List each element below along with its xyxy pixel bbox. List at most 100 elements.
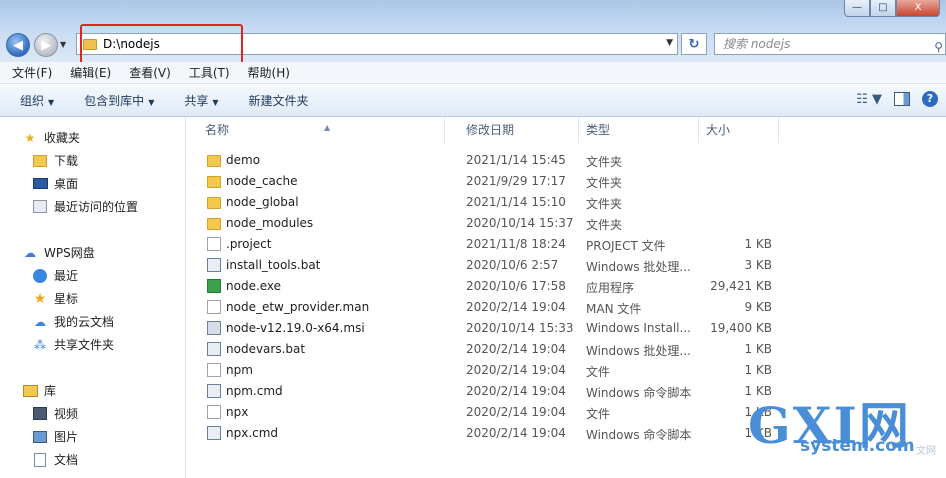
file-row[interactable]: install_tools.bat 2020/10/6 2:57 Windows 批…	[187, 255, 946, 276]
help-icon[interactable]: ?	[922, 91, 938, 107]
close-button[interactable]: X	[896, 0, 940, 17]
search-input[interactable]: 搜索 nodejs ⚲	[714, 33, 946, 55]
new-folder-button[interactable]: 新建文件夹	[249, 92, 309, 109]
column-header-type[interactable]: 类型	[578, 117, 699, 143]
nav-wps-cloud[interactable]: ☁ 我的云文档	[32, 313, 114, 330]
maximize-button[interactable]: □	[870, 0, 896, 17]
nav-library[interactable]: 库	[22, 382, 56, 399]
nav-wps[interactable]: ☁ WPS网盘	[22, 244, 95, 261]
file-date: 2020/2/14 19:04	[466, 300, 566, 314]
nav-wps-shared[interactable]: ⁂ 共享文件夹	[32, 336, 114, 353]
nav-wps-star[interactable]: ★ 星标	[32, 290, 78, 307]
nav-wps-recent[interactable]: 最近	[32, 267, 78, 284]
exe-icon	[207, 279, 221, 293]
recent-pages-dropdown[interactable]: ▼	[60, 40, 70, 50]
nav-documents[interactable]: 文档	[32, 451, 78, 468]
file-row[interactable]: node_etw_provider.man 2020/2/14 19:04 MAN …	[187, 297, 946, 318]
watermark-domain: system.com	[800, 436, 915, 456]
menu-bar: 文件(F) 编辑(E) 查看(V) 工具(T) 帮助(H)	[0, 62, 946, 84]
file-row[interactable]: node_modules 2020/10/14 15:37 文件夹	[187, 213, 946, 234]
chevron-down-icon: ▼	[48, 98, 55, 107]
file-row[interactable]: demo 2021/1/14 15:45 文件夹	[187, 150, 946, 171]
column-header-name[interactable]: ▲ 名称	[187, 117, 445, 143]
file-date: 2021/11/8 18:24	[466, 237, 566, 251]
file-row[interactable]: nodevars.bat 2020/2/14 19:04 Windows 批处理..…	[187, 339, 946, 360]
nav-downloads[interactable]: 下载	[32, 152, 78, 169]
file-type: 文件	[586, 407, 611, 421]
nav-recent-places-label: 最近访问的位置	[54, 200, 139, 214]
minimize-button[interactable]: —	[844, 0, 870, 17]
file-type: 文件夹	[586, 155, 623, 169]
nav-recent-places[interactable]: 最近访问的位置	[32, 198, 138, 215]
nav-documents-label: 文档	[54, 453, 79, 467]
file-row[interactable]: node_cache 2021/9/29 17:17 文件夹	[187, 171, 946, 192]
nav-videos[interactable]: 视频	[32, 405, 78, 422]
folder-icon	[207, 175, 221, 188]
back-button[interactable]: ◀	[6, 33, 30, 57]
file-size: 1 KB	[744, 342, 772, 356]
file-name-cell: node.exe	[207, 279, 281, 293]
file-type: Windows 批处理...	[586, 344, 691, 358]
share-label: 共享	[184, 94, 209, 108]
file-row[interactable]: node-v12.19.0-x64.msi 2020/10/14 15:33 Win…	[187, 318, 946, 339]
column-modified-label: 修改日期	[466, 123, 515, 137]
nav-favorites[interactable]: ★ 收藏夹	[22, 129, 80, 146]
forward-arrow-icon: ▶	[41, 37, 51, 53]
nav-downloads-label: 下载	[54, 154, 79, 168]
menu-help[interactable]: 帮助(H)	[248, 64, 290, 81]
nav-favorites-label: 收藏夹	[44, 131, 81, 145]
nav-wps-star-label: 星标	[54, 292, 79, 306]
file-type: PROJECT 文件	[586, 239, 666, 253]
column-header-modified[interactable]: 修改日期	[458, 117, 579, 143]
nav-desktop[interactable]: 桌面	[32, 175, 78, 192]
download-folder-icon	[32, 153, 48, 169]
file-size: 3 KB	[744, 258, 772, 272]
refresh-icon: ↻	[688, 36, 700, 52]
file-type: Windows 命令脚本	[586, 428, 692, 442]
share-button[interactable]: 共享 ▼	[184, 92, 218, 109]
include-in-library-button[interactable]: 包含到库中 ▼	[84, 92, 154, 109]
folder-icon	[207, 154, 221, 167]
search-icon[interactable]: ⚲	[934, 37, 943, 57]
file-row[interactable]: .project 2021/11/8 18:24 PROJECT 文件 1 KB	[187, 234, 946, 255]
preview-pane-icon[interactable]	[894, 92, 910, 106]
menu-file[interactable]: 文件(F)	[12, 64, 52, 81]
file-date: 2020/2/14 19:04	[466, 405, 566, 419]
refresh-button[interactable]: ↻	[681, 33, 707, 55]
view-options-icon[interactable]: ☷ ▼	[856, 92, 882, 107]
file-icon	[207, 405, 221, 419]
title-bar: — □ X ◀ ▶ ▼ D:\nodejs ▼ ↻ 搜索 nodejs ⚲	[0, 0, 946, 68]
menu-view[interactable]: 查看(V)	[129, 64, 171, 81]
file-row[interactable]: node_global 2021/1/14 15:10 文件夹	[187, 192, 946, 213]
file-icon	[207, 300, 221, 314]
sort-ascending-icon: ▲	[324, 123, 331, 132]
file-row[interactable]: npm 2020/2/14 19:04 文件 1 KB	[187, 360, 946, 381]
chevron-down-icon[interactable]: ▼	[666, 38, 673, 48]
file-row[interactable]: node.exe 2020/10/6 17:58 应用程序 29,421 KB	[187, 276, 946, 297]
cloud-docs-icon: ☁	[34, 314, 46, 329]
file-date: 2020/2/14 19:04	[466, 426, 566, 440]
file-name: node-v12.19.0-x64.msi	[226, 321, 365, 335]
column-type-label: 类型	[586, 123, 611, 137]
file-name-cell: node_global	[207, 195, 299, 209]
document-icon	[32, 452, 48, 468]
watermark-tag: 文网	[916, 446, 936, 457]
organize-button[interactable]: 组织 ▼	[20, 92, 54, 109]
folder-icon	[207, 217, 221, 230]
file-name-cell: node_cache	[207, 174, 297, 188]
file-name: demo	[226, 153, 261, 167]
recent-places-icon	[32, 199, 48, 215]
forward-button[interactable]: ▶	[34, 33, 58, 57]
nav-pictures[interactable]: 图片	[32, 428, 78, 445]
file-name-cell: demo	[207, 153, 260, 167]
nav-wps-recent-label: 最近	[54, 269, 79, 283]
file-size: 9 KB	[744, 300, 772, 314]
menu-tools[interactable]: 工具(T)	[189, 64, 230, 81]
column-name-label: 名称	[205, 123, 230, 137]
file-date: 2020/2/14 19:04	[466, 384, 566, 398]
file-type: MAN 文件	[586, 302, 642, 316]
picture-icon	[32, 429, 48, 445]
column-header-size[interactable]: 大小	[698, 117, 779, 143]
menu-edit[interactable]: 编辑(E)	[70, 64, 111, 81]
file-name: nodevars.bat	[226, 342, 306, 356]
